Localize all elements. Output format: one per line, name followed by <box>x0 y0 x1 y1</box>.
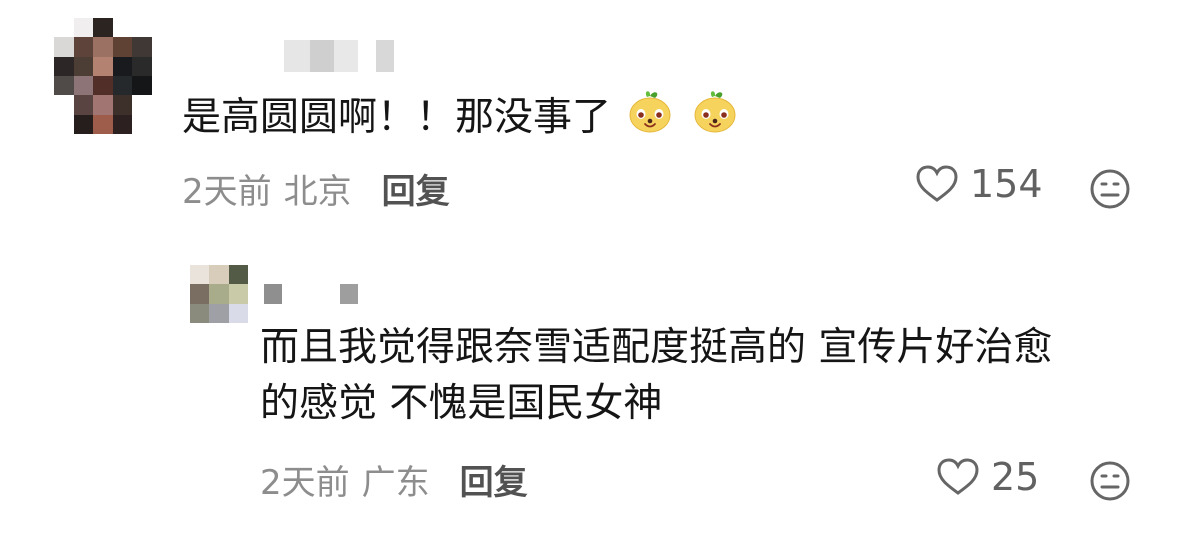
avatar-pixel <box>54 18 74 38</box>
avatar-pixel <box>190 303 210 323</box>
avatar-pixel <box>132 18 152 38</box>
avatar-pixel <box>93 95 113 115</box>
avatar-pixel <box>112 95 133 115</box>
avatar-pixel <box>228 265 248 285</box>
emoji-icon <box>694 91 736 133</box>
comment-meta: 2天前 北京 回复 <box>182 164 450 213</box>
avatar-pixel <box>112 37 133 57</box>
avatar-pixel <box>209 303 229 323</box>
reply-time: 2天前 <box>260 463 350 503</box>
avatar-pixel <box>132 114 152 134</box>
blurred-name-segment <box>334 40 358 72</box>
avatar-pixel <box>73 95 94 115</box>
reply-like-count: 25 <box>991 455 1040 499</box>
avatar-pixel <box>93 37 113 57</box>
reply-button[interactable]: 回复 <box>382 164 450 213</box>
dislike-icon[interactable] <box>1089 168 1131 210</box>
avatar-pixel <box>93 56 113 76</box>
avatar-pixel <box>54 37 74 57</box>
avatar-pixel <box>209 284 229 304</box>
blurred-name-segment <box>376 40 394 72</box>
avatar-pixel <box>112 56 133 76</box>
avatar-pixel <box>132 56 152 76</box>
reply-like-button[interactable]: 25 <box>935 455 1039 499</box>
comment-time: 2天前 <box>182 172 272 212</box>
avatar-pixel <box>228 303 248 323</box>
blurred-name-segment <box>358 40 376 72</box>
avatar-pixel <box>112 114 133 134</box>
reply-meta: 2天前 广东 回复 <box>260 455 528 504</box>
avatar-pixel <box>54 114 74 134</box>
avatar-pixel <box>54 56 74 76</box>
reply-button[interactable]: 回复 <box>460 455 528 504</box>
comment-location: 北京 <box>283 172 352 212</box>
like-count: 154 <box>970 162 1043 206</box>
comment-text: 是高圆圆啊！！那没事了 <box>182 88 740 147</box>
comment-thread: 是高圆圆啊！！那没事了 2天前 北京 回复 154 而且我觉得跟奈雪适配度挺高的… <box>0 0 1200 535</box>
avatar-pixel <box>132 37 152 57</box>
reply-text-line: 的感觉 不愧是国民女神 <box>260 381 663 426</box>
emoji-icon <box>629 91 671 133</box>
blurred-name-segment <box>284 40 310 72</box>
avatar-pixel <box>190 284 210 304</box>
reply-avatar[interactable] <box>190 265 248 323</box>
avatar-pixel <box>54 95 74 115</box>
avatar-pixel <box>73 56 94 76</box>
comment-body: 是高圆圆啊！！那没事了 <box>182 95 612 140</box>
avatar-pixel <box>112 18 133 38</box>
avatar-pixel <box>93 114 113 134</box>
avatar-pixel <box>132 95 152 115</box>
heart-icon[interactable] <box>935 457 981 497</box>
like-button[interactable]: 154 <box>914 162 1043 206</box>
avatar-pixel <box>228 284 248 304</box>
reply-location: 广东 <box>361 463 430 503</box>
reply-text: 而且我觉得跟奈雪适配度挺高的 宣传片好治愈 的感觉 不愧是国民女神 <box>260 320 1052 432</box>
blurred-name-segment <box>340 284 358 304</box>
avatar-pixel <box>132 76 152 96</box>
blurred-name-segment <box>282 284 340 304</box>
dislike-icon[interactable] <box>1089 460 1131 502</box>
avatar-pixel <box>190 265 210 285</box>
blurred-name-segment <box>310 40 334 72</box>
avatar-pixel <box>73 37 94 57</box>
avatar-pixel <box>73 76 94 96</box>
avatar-pixel <box>73 114 94 134</box>
heart-icon[interactable] <box>914 164 960 204</box>
reply-name-blurred <box>264 284 358 304</box>
avatar-pixel <box>73 18 94 38</box>
avatar-pixel <box>93 18 113 38</box>
reply-text-line: 而且我觉得跟奈雪适配度挺高的 宣传片好治愈 <box>260 325 1053 370</box>
commenter-avatar[interactable] <box>54 18 152 134</box>
commenter-name-blurred <box>284 40 394 72</box>
avatar-pixel <box>209 265 229 285</box>
blurred-name-segment <box>264 284 282 304</box>
avatar-pixel <box>93 76 113 96</box>
avatar-pixel <box>54 76 74 96</box>
avatar-pixel <box>112 76 133 96</box>
